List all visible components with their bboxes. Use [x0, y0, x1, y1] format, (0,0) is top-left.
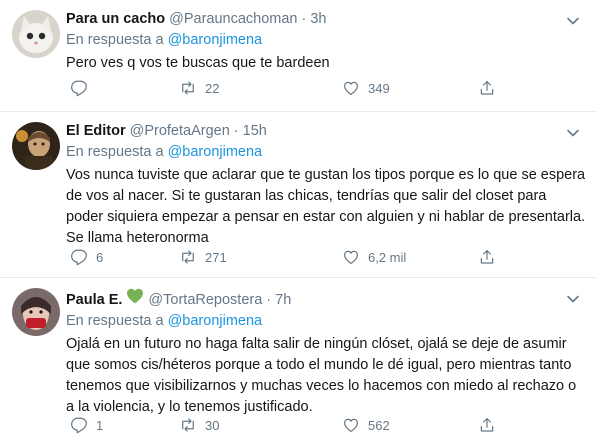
retweet-button[interactable]: 271 [179, 248, 227, 266]
like-count: 6,2 mil [368, 249, 407, 265]
tweet[interactable]: Para un cacho @Parauncachoman · 3h En re… [0, 0, 596, 112]
share-button[interactable] [478, 248, 504, 266]
green-heart-icon [127, 288, 144, 304]
separator-dot: · [233, 123, 239, 139]
reply-icon [71, 417, 87, 434]
retweet-icon [182, 418, 194, 432]
retweet-count: 271 [205, 249, 227, 265]
like-icon [344, 81, 358, 95]
like-icon [344, 250, 358, 264]
share-icon [480, 250, 494, 264]
reply-icon [71, 80, 87, 97]
tweet-text: Vos nunca tuviste que aclarar que te gus… [66, 167, 594, 246]
chevron-down-icon[interactable] [564, 12, 582, 30]
chevron-down-icon[interactable] [564, 124, 582, 142]
reply-to-link[interactable]: @baronjimena [168, 32, 263, 48]
avatar-paula[interactable] [12, 288, 60, 336]
separator-dot: · [301, 11, 307, 27]
reply-count: 6 [96, 249, 104, 265]
reply-to-link[interactable]: @baronjimena [168, 144, 263, 160]
reply-to-link[interactable]: @baronjimena [168, 313, 263, 329]
like-icon [344, 418, 358, 432]
tweet-text: Ojalá en un futuro no haga falta salir d… [66, 336, 581, 415]
share-button[interactable] [478, 79, 504, 97]
reply-context: En respuesta a @baronjimena [66, 312, 586, 331]
share-icon [480, 81, 494, 95]
user-handle[interactable]: @Parauncachoman [169, 10, 297, 29]
reply-context: En respuesta a @baronjimena [66, 143, 586, 162]
user-handle[interactable]: @TortaRepostera [148, 291, 262, 310]
retweet-button[interactable]: 30 [179, 416, 219, 434]
display-name[interactable]: Para un cacho [66, 10, 165, 29]
separator-dot: · [266, 292, 272, 308]
tweet-header: Para un cacho @Parauncachoman · 3h [66, 10, 586, 29]
like-button[interactable]: 562 [342, 416, 390, 434]
tweet-text: Pero ves q vos te buscas que te bardeen [66, 55, 330, 71]
reply-button[interactable]: 1 [70, 416, 103, 434]
chevron-down-icon[interactable] [564, 290, 582, 308]
tweet-actions: 22 349 [66, 77, 586, 99]
like-count: 349 [368, 80, 390, 96]
share-icon [480, 418, 494, 432]
display-name[interactable]: El Editor [66, 122, 126, 141]
tweet-header: El Editor @ProfetaArgen · 15h [66, 122, 586, 141]
display-name[interactable]: Paula E. [66, 291, 122, 310]
timestamp[interactable]: 15h [243, 122, 267, 141]
reply-count: 1 [96, 417, 104, 433]
tweet[interactable]: Paula E. @TortaRepostera · 7h En respues… [0, 278, 596, 446]
tweet[interactable]: El Editor @ProfetaArgen · 15h En respues… [0, 112, 596, 278]
reply-prefix: En respuesta a [66, 313, 164, 329]
reply-prefix: En respuesta a [66, 144, 164, 160]
avatar-cat[interactable] [12, 10, 60, 58]
timestamp[interactable]: 7h [275, 291, 291, 310]
retweet-icon [182, 81, 194, 95]
tweet-header: Paula E. @TortaRepostera · 7h [66, 288, 586, 310]
like-count: 562 [368, 417, 390, 433]
tweet-actions: 6 271 6,2 mil [66, 246, 586, 268]
reply-button[interactable] [70, 79, 96, 97]
reply-icon [71, 249, 87, 266]
retweet-button[interactable]: 22 [179, 79, 219, 97]
retweet-count: 30 [205, 417, 220, 433]
tweet-actions: 1 30 562 [66, 414, 586, 436]
share-button[interactable] [478, 416, 504, 434]
reply-button[interactable]: 6 [70, 248, 103, 266]
reply-context: En respuesta a @baronjimena [66, 31, 586, 50]
reply-prefix: En respuesta a [66, 32, 164, 48]
timestamp[interactable]: 3h [310, 10, 326, 29]
retweet-count: 22 [205, 80, 220, 96]
like-button[interactable]: 349 [342, 79, 390, 97]
like-button[interactable]: 6,2 mil [342, 248, 406, 266]
retweet-icon [182, 250, 194, 264]
avatar-editor[interactable] [12, 122, 60, 170]
user-handle[interactable]: @ProfetaArgen [130, 122, 230, 141]
